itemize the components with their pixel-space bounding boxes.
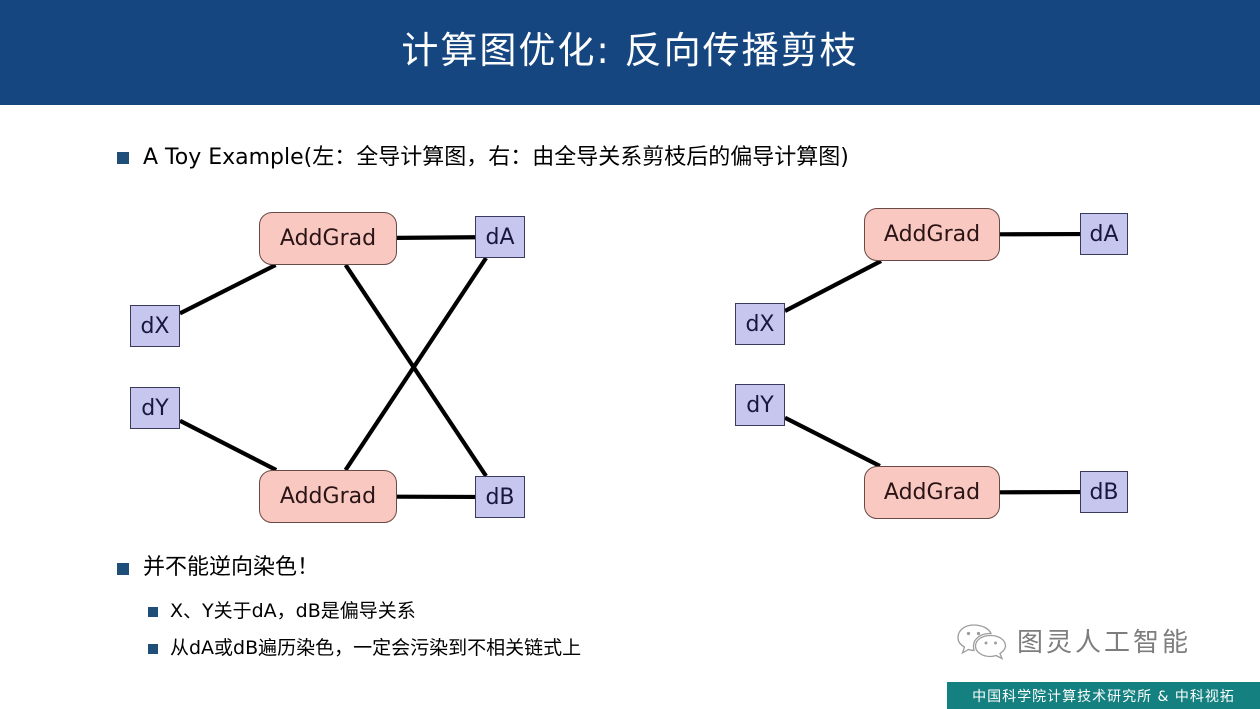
- graph-node-label: AddGrad: [883, 222, 981, 247]
- graph-node-label: dB: [485, 484, 515, 510]
- graph-node-dX: dX: [735, 303, 785, 345]
- graph-node-dA: dA: [475, 216, 525, 258]
- graph-node-label: dX: [140, 313, 170, 339]
- graph-node-label: dA: [1089, 221, 1119, 247]
- graph-node-label: AddGrad: [279, 484, 377, 509]
- bullet-marker-icon: [117, 563, 129, 575]
- graph-node-dB: dB: [1080, 471, 1128, 513]
- footer-brand-label: 图灵人工智能: [1017, 627, 1192, 658]
- footer-brand: 图灵人工智能: [955, 620, 1191, 660]
- wechat-icon: [957, 624, 1007, 660]
- graph-node-label: AddGrad: [279, 226, 377, 251]
- bullet-reverse-coloring: 并不能逆向染色！: [117, 556, 319, 580]
- bullet-traverse-pollution-label: 从dA或dB遍历染色，一定会污染到不相关链式上: [170, 637, 582, 659]
- graph-node-AddGradT: AddGrad: [259, 212, 397, 265]
- bullet-partial-relation-label: X、Y关于dA，dB是偏导关系: [170, 600, 416, 622]
- slide-canvas: 计算图优化: 反向传播剪枝 A Toy Example(左：全导计算图，右：由全…: [0, 0, 1260, 709]
- graph-node-label: dY: [746, 392, 774, 418]
- graph-node-AddGradB: AddGrad: [864, 466, 1000, 519]
- graph-node-dY: dY: [735, 384, 785, 426]
- graph-node-label: dB: [1089, 479, 1119, 505]
- graph-node-dA: dA: [1080, 213, 1128, 255]
- graph-node-dX: dX: [130, 305, 180, 347]
- footer-affiliation-bar: 中国科学院计算技术研究所 & 中科视拓: [947, 682, 1260, 709]
- bullet-marker-icon: [148, 644, 158, 654]
- graph-node-dY: dY: [130, 387, 180, 429]
- graph-edge-dY-AddGradB: [784, 415, 881, 468]
- bullet-reverse-coloring-label: 并不能逆向染色！: [143, 555, 320, 580]
- graph-node-dB: dB: [475, 476, 525, 518]
- graph-edge-dX-AddGradT: [784, 259, 883, 313]
- graph-node-label: dY: [141, 395, 169, 421]
- graph-node-AddGradB: AddGrad: [259, 470, 397, 523]
- graph-node-AddGradT: AddGrad: [864, 208, 1000, 261]
- graph-node-label: dA: [485, 224, 515, 250]
- bullet-traverse-pollution: 从dA或dB遍历染色，一定会污染到不相关链式上: [148, 638, 581, 659]
- bullet-partial-relation: X、Y关于dA，dB是偏导关系: [148, 601, 416, 622]
- graph-node-label: dX: [745, 311, 775, 337]
- footer-affiliation-label: 中国科学院计算技术研究所 & 中科视拓: [972, 688, 1235, 705]
- bullet-marker-icon: [148, 607, 158, 617]
- graph-node-label: AddGrad: [883, 480, 981, 505]
